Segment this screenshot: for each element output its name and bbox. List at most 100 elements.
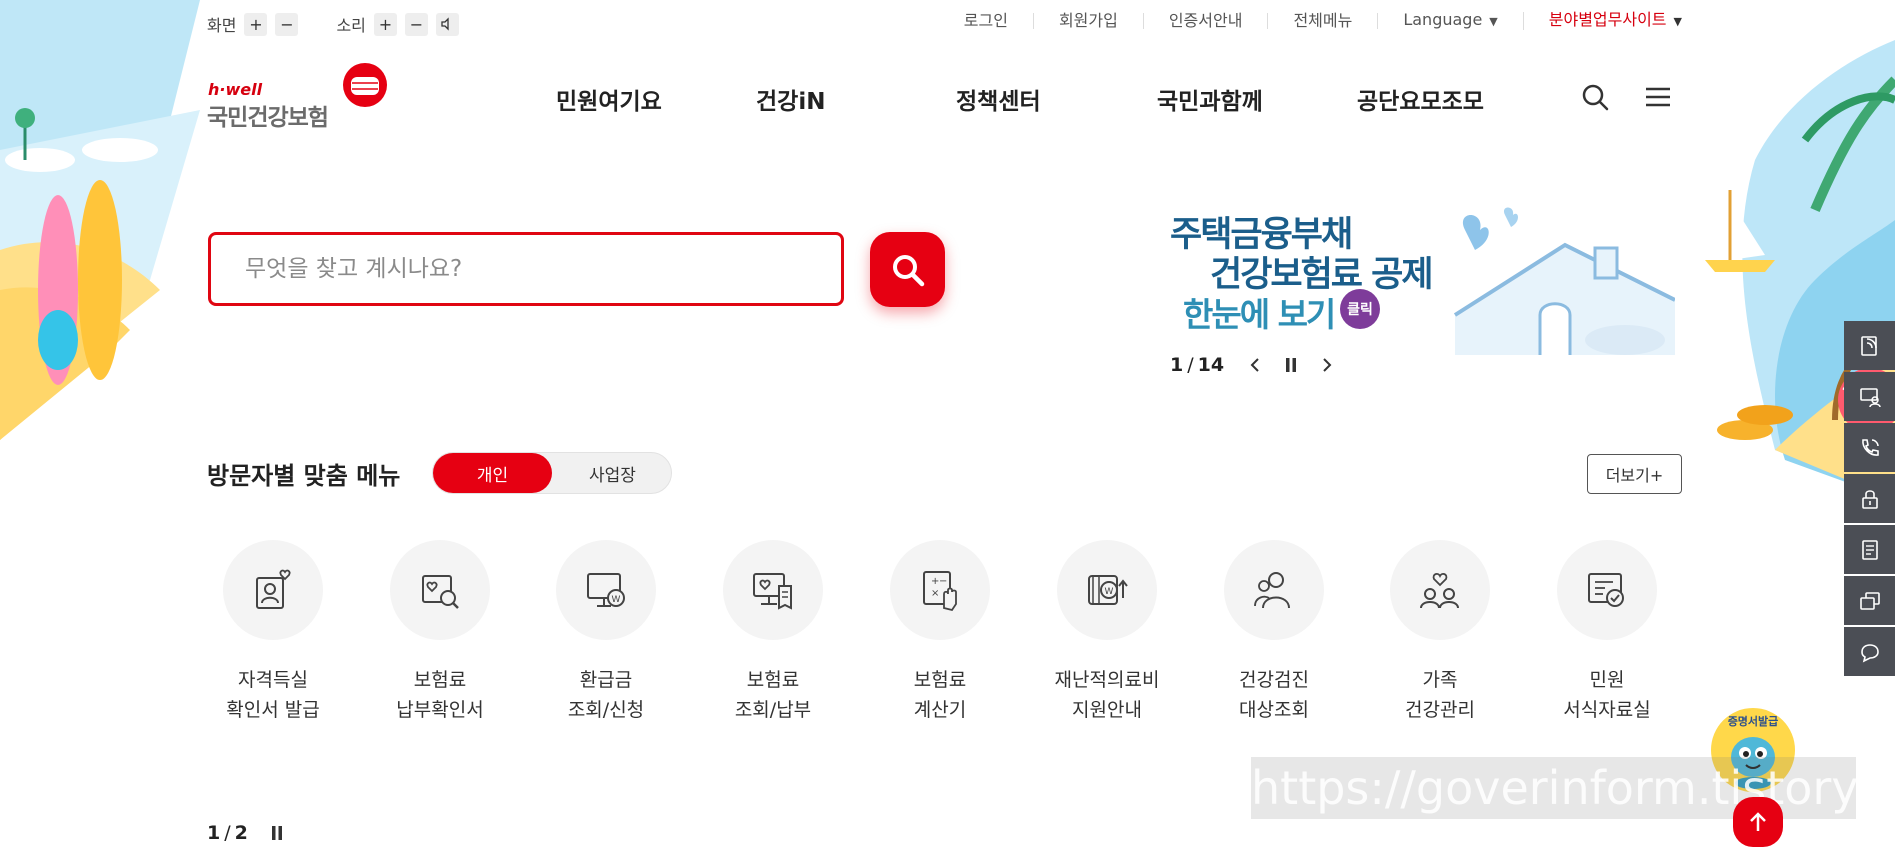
house-illustration-icon xyxy=(1453,207,1675,355)
quick-menu-item[interactable]: + − × 보험료 계산기 xyxy=(885,540,995,725)
search-icon xyxy=(892,254,924,286)
quick-menu-pause-button[interactable] xyxy=(264,820,290,846)
document-icon xyxy=(1861,539,1878,560)
monitor-person-icon xyxy=(1859,387,1881,407)
tab-business[interactable]: 사업장 xyxy=(553,453,672,493)
quick-menu-item[interactable]: 가족 건강관리 xyxy=(1385,540,1495,725)
promo-banner[interactable]: 주택금융부채 건강보험료 공제 한눈에 보기 클릭 xyxy=(1165,200,1685,360)
lock-icon xyxy=(1861,489,1878,509)
stacked-windows-icon xyxy=(1859,591,1880,610)
scroll-top-button[interactable] xyxy=(1733,797,1783,847)
banner-pager: 1 / 14 xyxy=(1170,352,1340,378)
login-link[interactable]: 로그인 xyxy=(939,13,1034,29)
quickbar-button-certificate[interactable] xyxy=(1844,321,1895,370)
gnb-item-together[interactable]: 국민과함께 xyxy=(1157,82,1263,116)
caret-down-icon: ▼ xyxy=(1673,15,1682,28)
search-icon[interactable] xyxy=(1580,82,1610,112)
search-input[interactable] xyxy=(211,235,841,303)
quick-menu-label: 보험료 xyxy=(913,669,967,691)
quick-menu-label: 보험료 xyxy=(746,669,800,691)
accessibility-controls: 화면 + − 소리 + − xyxy=(207,12,467,36)
quick-menu-item[interactable]: W 재난적의료비 지원안내 xyxy=(1052,540,1162,725)
language-select[interactable]: Language ▼ xyxy=(1378,12,1524,30)
banner-page-separator: / xyxy=(1187,354,1194,376)
wallet-won-icon: W xyxy=(1088,575,1128,605)
quickbar-button-lock[interactable] xyxy=(1844,474,1895,523)
banner-next-button[interactable] xyxy=(1314,352,1340,378)
visitor-type-toggle: 개인 사업장 xyxy=(432,452,672,494)
arrow-up-icon xyxy=(1750,812,1766,831)
quick-menu-label: 지원안내 xyxy=(1072,699,1142,721)
screen-zoom-out-button[interactable]: − xyxy=(275,12,299,36)
quick-menu-label: 조회/신청 xyxy=(567,699,645,721)
speaker-icon xyxy=(441,17,450,31)
quick-menu-item[interactable]: 자격득실 확인서 발급 xyxy=(218,540,328,725)
monitor-won-icon: W xyxy=(587,573,625,607)
quick-menu-label: 재난적의료비 xyxy=(1054,669,1160,691)
quick-menu-label: 건강검진 xyxy=(1239,669,1309,691)
quick-menu-item[interactable]: 보험료 납부확인서 xyxy=(385,540,495,725)
quick-menu-icon-wrap: W xyxy=(556,540,656,640)
sound-label: 소리 xyxy=(336,16,366,35)
banner-click-badge: 클릭 xyxy=(1340,289,1380,329)
person-heart-icon xyxy=(256,569,291,609)
quick-menu-icon-wrap xyxy=(1390,540,1490,640)
quick-menu-label: 확인서 발급 xyxy=(226,699,320,721)
svg-text:W: W xyxy=(612,595,621,605)
chat-bubble-icon xyxy=(1860,643,1879,662)
quick-menu-page-separator: / xyxy=(224,822,231,844)
quick-menu-label: 서식자료실 xyxy=(1563,699,1651,721)
quick-menu-total-pages: 2 xyxy=(234,822,248,844)
quick-menu-item[interactable]: 민원 서식자료실 xyxy=(1552,540,1662,725)
visitor-menu-title: 방문자별 맞춤 메뉴 xyxy=(207,462,401,490)
quick-menu-current-page: 1 xyxy=(207,822,221,844)
watermark-text: https://goverinform.tistory.com xyxy=(1251,761,1895,815)
calculator-hand-icon: + −× xyxy=(923,571,957,612)
beach-illustration-left xyxy=(0,0,200,440)
screen-zoom-label: 화면 xyxy=(207,16,237,35)
quickbar-button-chat[interactable] xyxy=(1844,627,1895,676)
certificate-guide-link[interactable]: 인증서안내 xyxy=(1144,13,1269,29)
quick-menu-label: 대상조회 xyxy=(1239,699,1309,721)
chevron-left-icon xyxy=(1250,358,1259,372)
speaker-button[interactable] xyxy=(435,12,459,36)
gnb-item-policy[interactable]: 정책센터 xyxy=(956,82,1041,116)
quick-menu-icon-wrap: W xyxy=(1057,540,1157,640)
quickbar-button-windows[interactable] xyxy=(1844,576,1895,625)
member-links: 로그인 회원가입 인증서안내 전체메뉴 Language ▼ 분야별업무사이트 ▼ xyxy=(939,12,1682,30)
gnb-item-about[interactable]: 공단요모조모 xyxy=(1357,82,1484,116)
banner-current-page: 1 xyxy=(1170,354,1184,376)
site-logo[interactable]: h·well 국민건강보험 xyxy=(207,62,397,131)
quickbar-button-document[interactable] xyxy=(1844,525,1895,574)
logo-brand-small: h·well xyxy=(208,80,263,99)
signup-link[interactable]: 회원가입 xyxy=(1034,13,1144,29)
pause-icon xyxy=(271,826,282,840)
more-button[interactable]: 더보기+ xyxy=(1587,454,1682,494)
quick-menu-label: 자격득실 xyxy=(238,669,308,691)
form-check-icon xyxy=(1588,573,1624,607)
sound-up-button[interactable]: + xyxy=(373,12,397,36)
field-site-select[interactable]: 분야별업무사이트 ▼ xyxy=(1524,12,1682,30)
quick-menu-label: 가족 xyxy=(1422,669,1458,691)
search-button[interactable] xyxy=(870,232,945,307)
monitor-receipt-icon xyxy=(753,573,792,610)
quick-menu-item[interactable]: 건강검진 대상조회 xyxy=(1219,540,1329,725)
quickbar-button-consult[interactable] xyxy=(1844,372,1895,421)
quickbar-button-call[interactable] xyxy=(1844,423,1895,472)
all-menu-link[interactable]: 전체메뉴 xyxy=(1268,13,1379,29)
mask-emblem-icon xyxy=(343,63,387,107)
screen-zoom-in-button[interactable]: + xyxy=(244,12,268,36)
document-search-icon xyxy=(422,575,459,609)
people-icon xyxy=(1254,572,1290,609)
hamburger-menu-icon[interactable] xyxy=(1643,82,1673,112)
gnb-item-health[interactable]: 건강iN xyxy=(756,82,825,116)
gnb-item-civil[interactable]: 민원여기요 xyxy=(556,82,662,116)
caret-down-icon: ▼ xyxy=(1489,15,1498,28)
quick-menu-item[interactable]: W 환급금 조회/신청 xyxy=(551,540,661,725)
sound-down-button[interactable]: − xyxy=(404,12,428,36)
quick-menu-label: 계산기 xyxy=(913,699,967,721)
banner-pause-button[interactable] xyxy=(1278,352,1304,378)
banner-prev-button[interactable] xyxy=(1242,352,1268,378)
quick-menu-item[interactable]: 보험료 조회/납부 xyxy=(718,540,828,725)
tab-personal[interactable]: 개인 xyxy=(433,453,552,493)
